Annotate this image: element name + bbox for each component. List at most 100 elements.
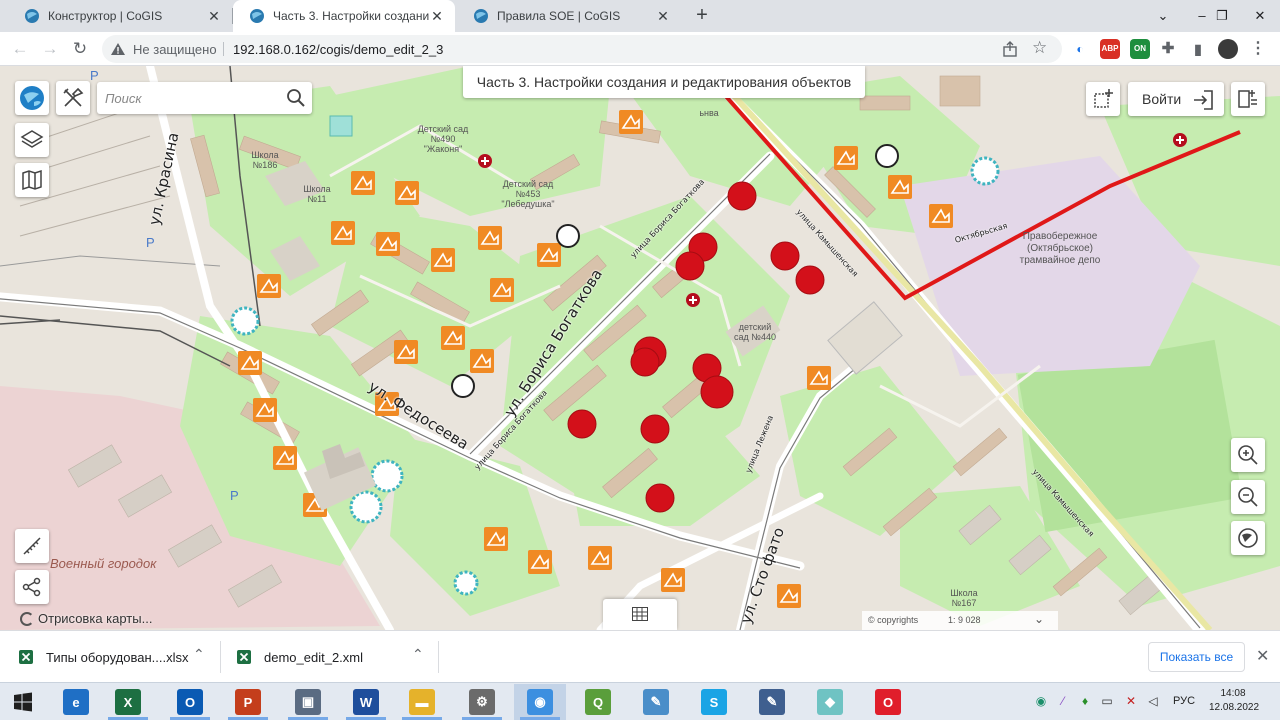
share-icon[interactable] bbox=[1002, 41, 1018, 57]
add-object-button[interactable] bbox=[1086, 82, 1120, 116]
adblock-icon[interactable]: ABP bbox=[1100, 39, 1120, 59]
taskbar-settings[interactable]: ⚙ bbox=[456, 684, 508, 720]
close-icon[interactable]: ✕ bbox=[655, 8, 671, 24]
zoom-in-button[interactable] bbox=[1231, 438, 1265, 472]
taskbar-opera[interactable]: O bbox=[862, 684, 914, 720]
loading-spinner-icon bbox=[20, 612, 34, 626]
measure-button[interactable] bbox=[15, 529, 49, 563]
chevron-down-icon[interactable]: ⌄ bbox=[1034, 612, 1044, 626]
security-tray-icon[interactable]: ♦ bbox=[1078, 694, 1092, 708]
table-grid-icon bbox=[632, 607, 648, 621]
layers-button[interactable] bbox=[15, 123, 49, 157]
copyright-label[interactable]: © copyrights bbox=[868, 615, 918, 625]
school-167-label: Школа №167 bbox=[950, 588, 978, 608]
wrench-screwdriver-icon bbox=[63, 87, 84, 107]
chevron-up-icon[interactable]: ⌃ bbox=[412, 646, 424, 663]
url-text[interactable]: 192.168.0.162/cogis/demo_edit_2_3 bbox=[233, 42, 443, 57]
globe-icon bbox=[20, 86, 44, 110]
browser-toolbar: ← → ↻ Не защищено 192.168.0.162/cogis/de… bbox=[0, 32, 1280, 66]
search-icon[interactable] bbox=[286, 88, 306, 108]
volume-icon[interactable]: ◁ bbox=[1146, 694, 1160, 708]
close-icon[interactable]: ✕ bbox=[1256, 646, 1269, 666]
edit-layout-icon bbox=[1238, 90, 1257, 108]
extension-green-icon[interactable]: ON bbox=[1130, 39, 1150, 59]
taskbar-qgis[interactable]: Q bbox=[572, 684, 624, 720]
map-legend-button[interactable] bbox=[15, 163, 49, 197]
close-icon[interactable]: ✕ bbox=[206, 8, 222, 24]
map-basemap: PP PP bbox=[0, 66, 1280, 630]
taskbar-word[interactable]: W bbox=[340, 684, 392, 720]
taskbar-explorer[interactable]: ▬ bbox=[396, 684, 448, 720]
pen-tray-icon[interactable]: ⁄ bbox=[1056, 694, 1070, 708]
extensions-puzzle-icon[interactable]: ✚ bbox=[1158, 39, 1178, 59]
restore-button[interactable]: ❐ bbox=[1204, 0, 1240, 32]
attribute-table-button[interactable] bbox=[603, 599, 677, 630]
mic-muted-icon[interactable]: ✕ bbox=[1124, 694, 1138, 708]
outlook-icon: O bbox=[177, 689, 203, 715]
tab-soe-rules[interactable]: Правила SOE | CoGIS ✕ bbox=[457, 0, 681, 32]
notes-icon: ◆ bbox=[817, 689, 843, 715]
back-button[interactable]: ← bbox=[7, 36, 33, 62]
windows-logo-icon bbox=[14, 692, 32, 712]
basemap-globe-button[interactable] bbox=[15, 81, 49, 115]
reload-button[interactable]: ↻ bbox=[67, 36, 93, 62]
taskbar-tool[interactable]: ✎ bbox=[746, 684, 798, 720]
taskbar-powerpoint[interactable]: P bbox=[222, 684, 274, 720]
taskbar-skype[interactable]: S bbox=[688, 684, 740, 720]
svg-text:P: P bbox=[146, 235, 155, 250]
start-button[interactable] bbox=[0, 684, 46, 720]
taskbar-notes[interactable]: ◆ bbox=[804, 684, 856, 720]
share-map-button[interactable] bbox=[15, 570, 49, 604]
tools-button[interactable] bbox=[56, 81, 90, 115]
extension-sync-icon[interactable]: ◐ bbox=[1070, 39, 1090, 59]
tab-part3[interactable]: Часть 3. Настройки создания и ✕ bbox=[233, 0, 455, 32]
kindergarten-490-label: Детский сад №490 "Жаконя" bbox=[417, 124, 469, 154]
zoom-out-button[interactable] bbox=[1231, 480, 1265, 514]
forward-button[interactable]: → bbox=[37, 36, 63, 62]
login-button[interactable]: Войти bbox=[1128, 82, 1224, 116]
taskbar-remote-desktop[interactable]: ▣ bbox=[282, 684, 334, 720]
scale-label: 1: 9 028 bbox=[948, 615, 981, 625]
explorer-icon: ▬ bbox=[409, 689, 435, 715]
taskbar-ie[interactable]: e bbox=[50, 684, 102, 720]
download-item-xlsx[interactable]: Типы оборудован....xlsx ⌃ bbox=[18, 631, 208, 683]
download-divider bbox=[438, 641, 439, 673]
menu-kebab-icon[interactable]: ⋮ bbox=[1248, 39, 1268, 59]
bookmark-star-icon[interactable]: ☆ bbox=[1032, 38, 1047, 58]
excel-icon: X bbox=[115, 689, 141, 715]
security-label[interactable]: Не защищено bbox=[133, 42, 217, 57]
tab-search-chevron-icon[interactable]: ⌄ bbox=[1145, 0, 1181, 32]
full-extent-button[interactable] bbox=[1231, 521, 1265, 555]
close-icon[interactable]: ✕ bbox=[429, 8, 445, 24]
edit-panel-button[interactable] bbox=[1231, 82, 1265, 116]
map-title-banner: Часть 3. Настройки создания и редактиров… bbox=[463, 66, 865, 98]
login-label: Войти bbox=[1142, 91, 1182, 107]
map-search-box[interactable] bbox=[97, 82, 312, 114]
sidepanel-icon[interactable]: ▮ bbox=[1188, 39, 1208, 59]
school-186-label: Школа №186 bbox=[251, 150, 279, 170]
address-bar[interactable]: Не защищено 192.168.0.162/cogis/demo_edi… bbox=[102, 35, 1062, 63]
chevron-up-icon[interactable]: ⌃ bbox=[193, 646, 205, 663]
input-language[interactable]: РУС bbox=[1173, 695, 1195, 707]
close-window-button[interactable]: ✕ bbox=[1240, 0, 1280, 32]
downloads-bar: Типы оборудован....xlsx ⌃ demo_edit_2.xm… bbox=[0, 630, 1280, 682]
globe-extent-icon bbox=[1238, 528, 1258, 548]
taskbar-excel[interactable]: X bbox=[102, 684, 154, 720]
tray-app-icon[interactable]: ◉ bbox=[1034, 694, 1048, 708]
taskbar-chrome[interactable]: ◉ bbox=[514, 684, 566, 720]
taskbar-paint[interactable]: ✎ bbox=[630, 684, 682, 720]
map-book-icon bbox=[22, 169, 42, 191]
network-icon[interactable]: ▭ bbox=[1100, 694, 1114, 708]
download-item-xml[interactable]: demo_edit_2.xml ⌃ bbox=[236, 631, 426, 683]
map-view[interactable]: PP PP Детский сад №490 "Жаконя" Детский … bbox=[0, 66, 1280, 630]
tab-constructor[interactable]: Конструктор | CoGIS ✕ bbox=[8, 0, 232, 32]
profile-avatar[interactable] bbox=[1218, 39, 1238, 59]
map-status-text: Отрисовка карты... bbox=[38, 611, 153, 626]
new-tab-button[interactable]: + bbox=[690, 4, 714, 28]
excel-file-icon bbox=[19, 650, 33, 664]
show-all-downloads-button[interactable]: Показать все bbox=[1148, 642, 1245, 672]
system-clock[interactable]: 14:08 12.08.2022 bbox=[1209, 687, 1259, 715]
search-input[interactable] bbox=[105, 89, 280, 107]
zoom-out-icon bbox=[1238, 487, 1258, 507]
taskbar-outlook[interactable]: O bbox=[164, 684, 216, 720]
